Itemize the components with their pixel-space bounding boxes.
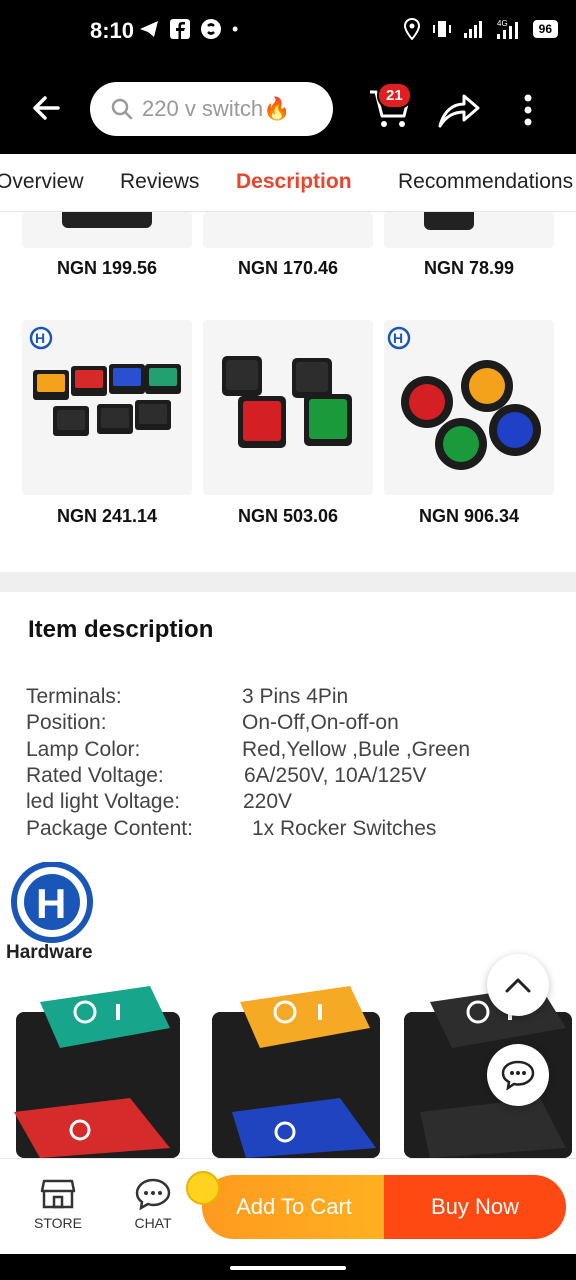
spec-value: On-Off,On-off-on: [242, 711, 399, 734]
system-nav-bar: [0, 1254, 576, 1280]
product-price: NGN 906.34: [418, 506, 520, 526]
store-icon: [40, 1179, 76, 1209]
tab-overview[interactable]: Overview: [0, 170, 84, 194]
switch-image: [33, 364, 181, 436]
product-thumb[interactable]: [384, 212, 554, 248]
signal-4g-icon: 4G: [496, 19, 518, 39]
switch-image: [222, 356, 352, 448]
tab-description[interactable]: Description: [236, 170, 352, 194]
hardware-logo: H: [387, 326, 411, 350]
spec-value: 1x Rocker Switches: [252, 817, 437, 840]
search-icon: [111, 98, 133, 120]
location-icon: [403, 18, 420, 40]
brand-name: Hardware: [6, 942, 93, 963]
status-bar: 8:10 • 4G 96: [0, 0, 576, 64]
buy-now-label: Buy Now: [430, 1194, 520, 1219]
bottom-action-bar: STORE CHAT Add To Cart Buy Now: [0, 1158, 576, 1254]
hardware-logo: H: [29, 326, 53, 350]
spec-label: Rated Voltage:: [26, 764, 164, 787]
vibrate-icon: [432, 21, 451, 37]
tab-recommendations[interactable]: Recommendations: [398, 170, 573, 194]
buy-now-button[interactable]: Buy Now: [384, 1175, 566, 1239]
cart-count-badge: 21: [377, 82, 412, 109]
svg-text:H: H: [36, 880, 66, 927]
status-time: 8:10: [90, 18, 135, 43]
search-query: 220 v switch🔥: [142, 96, 291, 121]
store-button[interactable]: STORE: [28, 1177, 88, 1231]
coin-icon: [186, 1171, 220, 1205]
spec-value: 6A/250V, 10A/125V: [244, 764, 427, 787]
chat-button[interactable]: CHAT: [123, 1177, 183, 1231]
scroll-top-button[interactable]: [487, 954, 549, 1016]
product-price: NGN 241.14: [56, 506, 158, 526]
more-options-icon[interactable]: [514, 90, 542, 130]
battery-icon: 96: [532, 20, 558, 38]
spec-label: led light Voltage:: [26, 790, 181, 813]
switch-image: [401, 360, 541, 470]
share-icon[interactable]: [436, 90, 480, 130]
switch-image: [424, 212, 474, 230]
product-price: NGN 78.99: [423, 258, 515, 278]
signal-icon: [463, 21, 482, 38]
store-label: STORE: [34, 1215, 82, 1231]
search-bar[interactable]: 220 v switch🔥: [90, 82, 333, 136]
add-to-cart-label: Add To Cart: [236, 1194, 352, 1219]
svg-text:4G: 4G: [497, 19, 508, 28]
spec-value: Red,Yellow ,Bule ,Green: [242, 738, 471, 761]
product-price: NGN 170.46: [237, 258, 339, 278]
chat-label: CHAT: [134, 1215, 172, 1231]
product-thumb[interactable]: H: [384, 320, 554, 495]
svg-text:H: H: [393, 330, 403, 346]
telegram-icon: [140, 21, 158, 37]
spec-label: Position:: [26, 711, 107, 734]
product-price: NGN 199.56: [56, 258, 158, 278]
status-system-icons: 4G 96: [403, 18, 558, 40]
spec-value: 220V: [243, 790, 293, 813]
product-price: NGN 503.06: [237, 506, 339, 526]
item-description-title: Item description: [28, 616, 214, 643]
section-divider: [0, 572, 576, 592]
tab-reviews[interactable]: Reviews: [120, 170, 199, 194]
spec-value: 3 Pins 4Pin: [242, 685, 349, 708]
facebook-icon: [170, 19, 190, 39]
product-thumb[interactable]: [22, 212, 192, 248]
back-arrow-icon[interactable]: [28, 90, 64, 126]
home-indicator[interactable]: [230, 1266, 346, 1270]
spec-label: Package Content:: [26, 817, 193, 840]
chevron-up-icon: [505, 978, 531, 993]
spec-label: Lamp Color:: [26, 738, 141, 761]
product-thumb[interactable]: [203, 320, 373, 495]
product-thumb[interactable]: [203, 212, 373, 248]
shazam-icon: [201, 19, 221, 39]
chat-float-button[interactable]: [487, 1044, 549, 1106]
status-notification-icons: •: [138, 18, 238, 40]
section-tabs: Overview Reviews Description Recommendat…: [0, 154, 576, 212]
chat-icon: [135, 1178, 171, 1211]
switch-image: [62, 212, 152, 228]
top-bar: 220 v switch🔥 21: [0, 64, 576, 154]
chat-bubble-icon: [501, 1060, 535, 1091]
add-to-cart-button[interactable]: Add To Cart: [202, 1175, 386, 1239]
spec-label: Terminals:: [26, 685, 122, 708]
dot-icon: •: [232, 18, 239, 39]
product-thumb[interactable]: H: [22, 320, 192, 495]
svg-text:H: H: [35, 330, 45, 346]
